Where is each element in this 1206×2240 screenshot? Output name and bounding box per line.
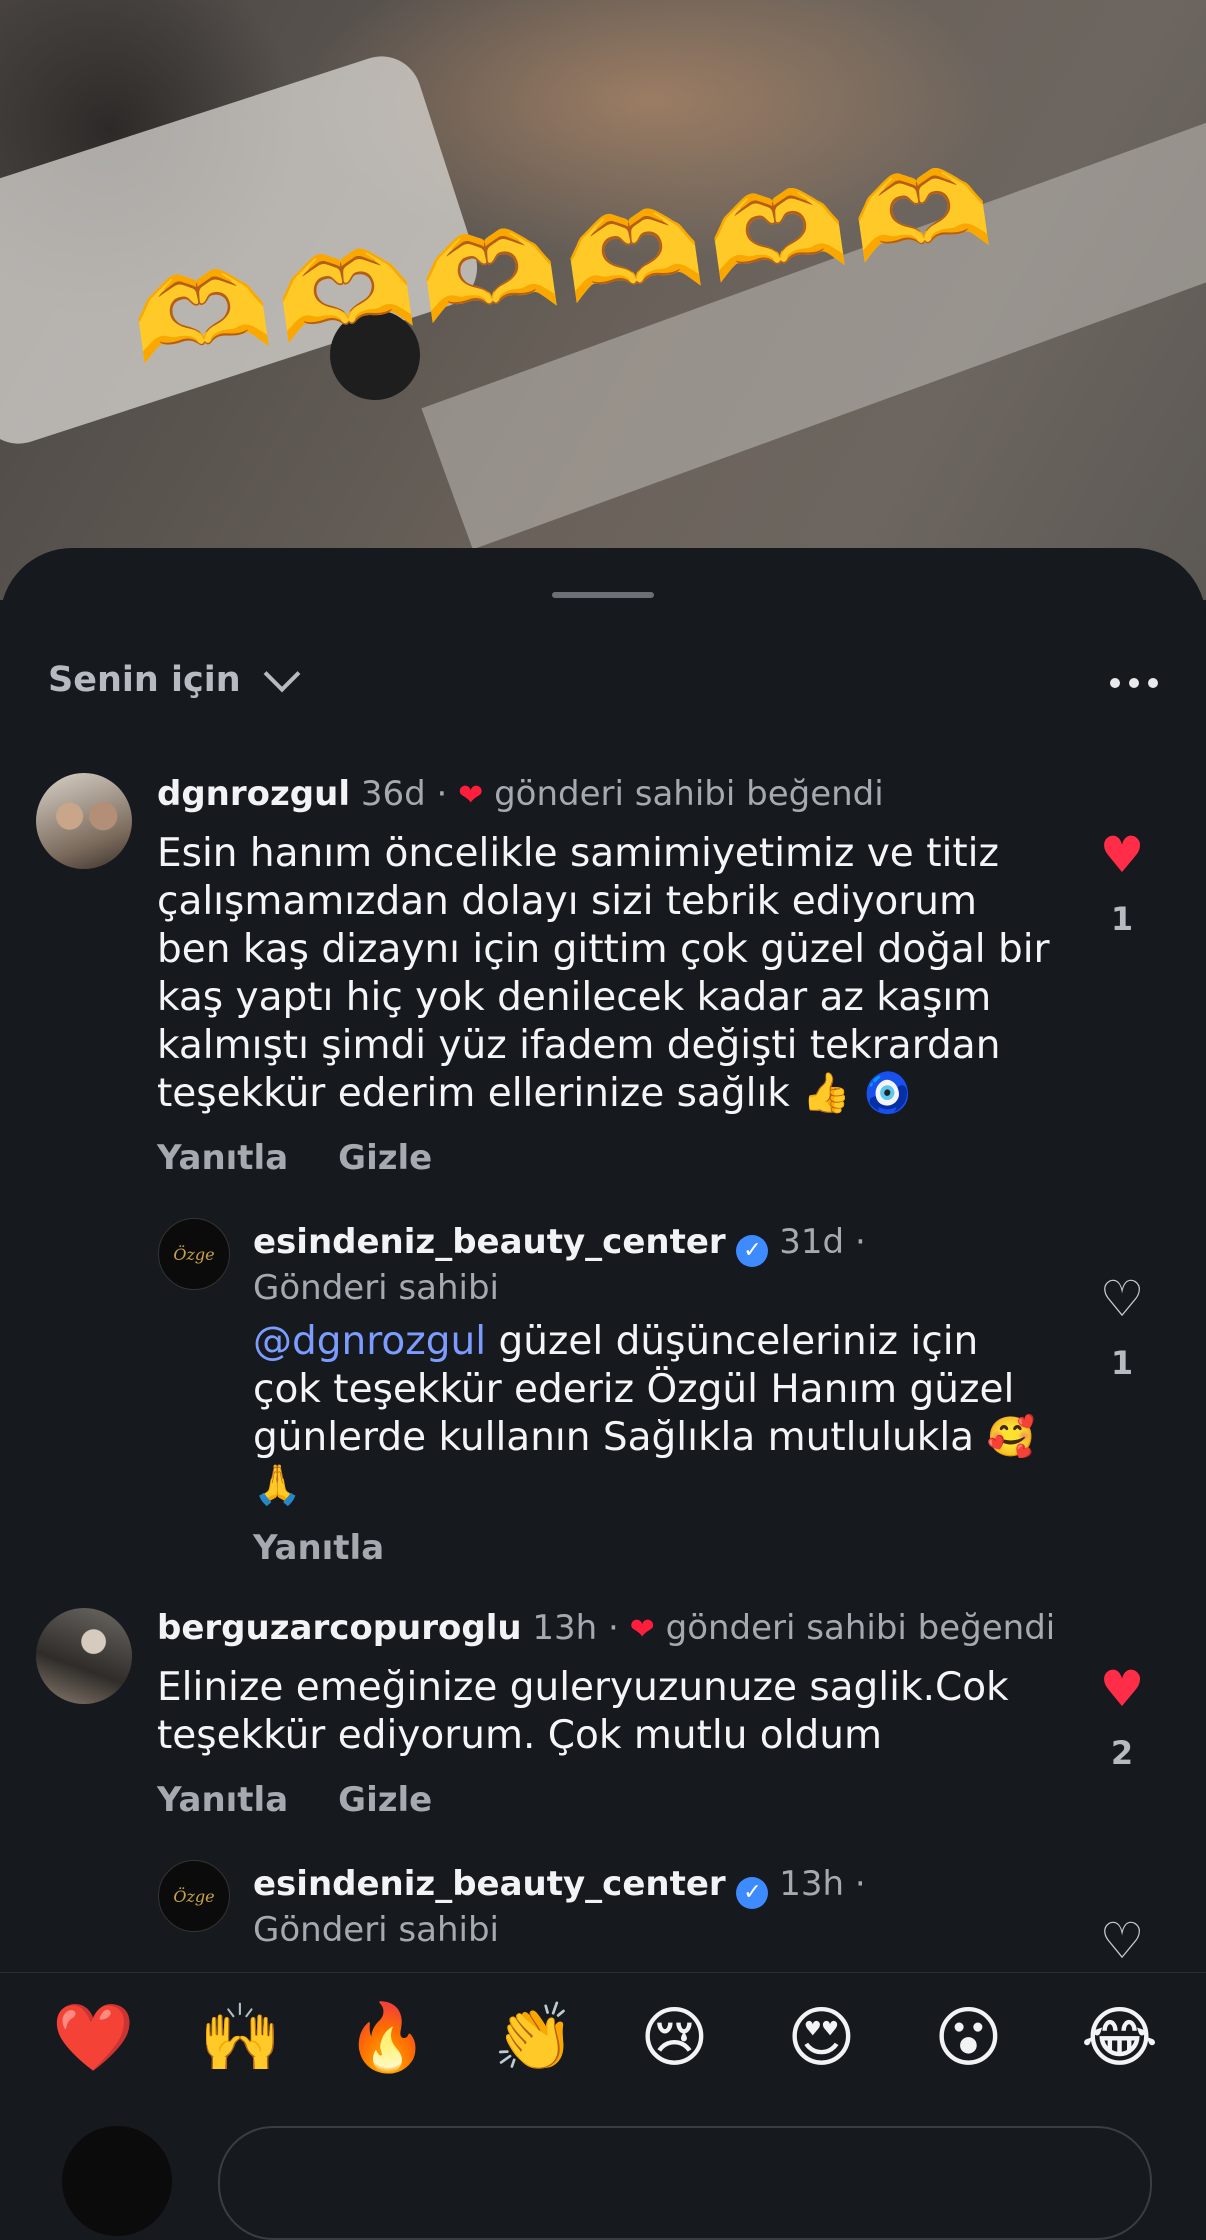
reaction-clap[interactable]: 👏 bbox=[493, 2005, 575, 2071]
comment-time: 31d bbox=[779, 1222, 845, 1262]
avatar[interactable] bbox=[36, 1608, 132, 1704]
chevron-down-icon bbox=[263, 655, 301, 693]
heart-hands-emoji: 🫶 bbox=[123, 242, 280, 391]
like-control: ♥ 1 bbox=[1094, 830, 1150, 938]
heart-hands-emoji: 🫶 bbox=[555, 182, 712, 331]
owner-label: Gönderi sahibi bbox=[253, 1268, 500, 1308]
meta-separator: · bbox=[854, 1864, 866, 1904]
meta-separator: · bbox=[608, 1608, 619, 1648]
comment-actions: Yanıtla bbox=[253, 1528, 384, 1568]
comment-text: @dgnrozgul güzel düşünceleriniz için çok… bbox=[253, 1318, 1053, 1510]
more-dot bbox=[1148, 678, 1158, 688]
comment-input[interactable] bbox=[218, 2126, 1152, 2240]
like-count: 2 bbox=[1110, 1734, 1134, 1772]
reaction-heart[interactable]: ❤️ bbox=[52, 2005, 134, 2071]
heart-hands-emoji: 🫶 bbox=[267, 222, 424, 371]
reaction-heart-eyes[interactable]: 😍 bbox=[787, 2005, 856, 2071]
hide-button[interactable]: Gizle bbox=[338, 1138, 432, 1178]
filter-label: Senin için bbox=[48, 660, 241, 700]
comments-sheet: Senin için dgnrozgul 36d · ❤ gönderi sah… bbox=[0, 548, 1206, 2144]
more-dot bbox=[1110, 678, 1120, 688]
liked-by-author-text: gönderi sahibi beğendi bbox=[494, 774, 884, 814]
video-preview[interactable]: 🫶 🫶 🫶 🫶 🫶 🫶 bbox=[0, 0, 1206, 600]
composer-avatar bbox=[62, 2126, 172, 2236]
comment-time: 13h bbox=[779, 1864, 845, 1904]
brand-logo: Özge bbox=[173, 1886, 215, 1906]
comment-time: 13h bbox=[532, 1608, 598, 1648]
comment-meta: dgnrozgul 36d · ❤ gönderi sahibi beğendi bbox=[157, 774, 884, 814]
username[interactable]: berguzarcopuroglu bbox=[157, 1608, 522, 1648]
heart-icon: ❤ bbox=[629, 1612, 655, 1647]
comment-actions: Yanıtla Gizle bbox=[157, 1138, 432, 1178]
like-control: ♡ bbox=[1094, 1916, 1150, 1966]
avatar-image bbox=[36, 773, 132, 869]
heart-filled-icon[interactable]: ♥ bbox=[1094, 1664, 1150, 1714]
brand-logo: Özge bbox=[173, 1244, 215, 1264]
reply-meta: esindeniz_beauty_center ✓ 13h · Gönderi … bbox=[253, 1863, 993, 1951]
comment-time: 36d bbox=[360, 774, 426, 814]
owner-label: Gönderi sahibi bbox=[253, 1910, 500, 1950]
heart-hands-emoji: 🫶 bbox=[843, 141, 1000, 290]
more-options-button[interactable] bbox=[1110, 678, 1158, 688]
avatar-image bbox=[36, 1608, 132, 1704]
like-count: 1 bbox=[1110, 1344, 1134, 1382]
avatar[interactable] bbox=[36, 773, 132, 869]
comment-actions: Yanıtla Gizle bbox=[157, 1780, 432, 1820]
reply-button[interactable]: Yanıtla bbox=[157, 1138, 288, 1178]
username[interactable]: esindeniz_beauty_center bbox=[253, 1864, 726, 1904]
reply-meta: esindeniz_beauty_center ✓ 31d · Gönderi … bbox=[253, 1221, 993, 1309]
avatar[interactable]: Özge bbox=[158, 1860, 230, 1932]
sheet-grabber[interactable] bbox=[552, 592, 654, 598]
reaction-raised-hands[interactable]: 🙌 bbox=[199, 2005, 281, 2071]
avatar[interactable]: Özge bbox=[158, 1218, 230, 1290]
reaction-crying[interactable]: 😢 bbox=[640, 2005, 709, 2071]
comment-filter-dropdown[interactable]: Senin için bbox=[48, 655, 301, 700]
meta-separator: · bbox=[854, 1222, 866, 1262]
like-control: ♥ 2 bbox=[1094, 1664, 1150, 1772]
verified-badge-icon: ✓ bbox=[736, 1877, 769, 1909]
heart-outline-icon[interactable]: ♡ bbox=[1094, 1274, 1150, 1324]
reply-button[interactable]: Yanıtla bbox=[253, 1528, 384, 1568]
quick-reaction-bar: ❤️ 🙌 🔥 👏 😢 😍 😮 😂 bbox=[0, 1972, 1206, 2145]
comment-text: Esin hanım öncelikle samimiyetimiz ve ti… bbox=[157, 831, 1050, 1116]
username[interactable]: esindeniz_beauty_center bbox=[253, 1222, 726, 1262]
username[interactable]: dgnrozgul bbox=[157, 774, 350, 814]
liked-by-author-text: gönderi sahibi beğendi bbox=[665, 1608, 1056, 1648]
comment-text: Elinize emeğinize guleryuzunuze saglik.C… bbox=[157, 1665, 1009, 1758]
like-count: 1 bbox=[1110, 900, 1134, 938]
comment-meta: berguzarcopuroglu 13h · ❤ gönderi sahibi… bbox=[157, 1608, 1055, 1648]
heart-outline-icon[interactable]: ♡ bbox=[1094, 1916, 1150, 1966]
verified-badge-icon: ✓ bbox=[736, 1235, 769, 1267]
reaction-surprised[interactable]: 😮 bbox=[934, 2005, 1003, 2071]
meta-separator: · bbox=[436, 774, 448, 814]
heart-icon: ❤ bbox=[458, 778, 484, 813]
heart-hands-emoji: 🫶 bbox=[699, 161, 856, 310]
hide-button[interactable]: Gizle bbox=[338, 1780, 432, 1820]
heart-hands-emoji: 🫶 bbox=[411, 202, 568, 351]
like-control: ♡ 1 bbox=[1094, 1274, 1150, 1382]
reply-button[interactable]: Yanıtla bbox=[157, 1780, 288, 1820]
reaction-laughing[interactable]: 😂 bbox=[1081, 2005, 1158, 2071]
mention-link[interactable]: @dgnrozgul bbox=[253, 1319, 486, 1364]
more-dot bbox=[1129, 678, 1139, 688]
heart-filled-icon[interactable]: ♥ bbox=[1094, 830, 1150, 880]
reaction-fire[interactable]: 🔥 bbox=[346, 2005, 428, 2071]
